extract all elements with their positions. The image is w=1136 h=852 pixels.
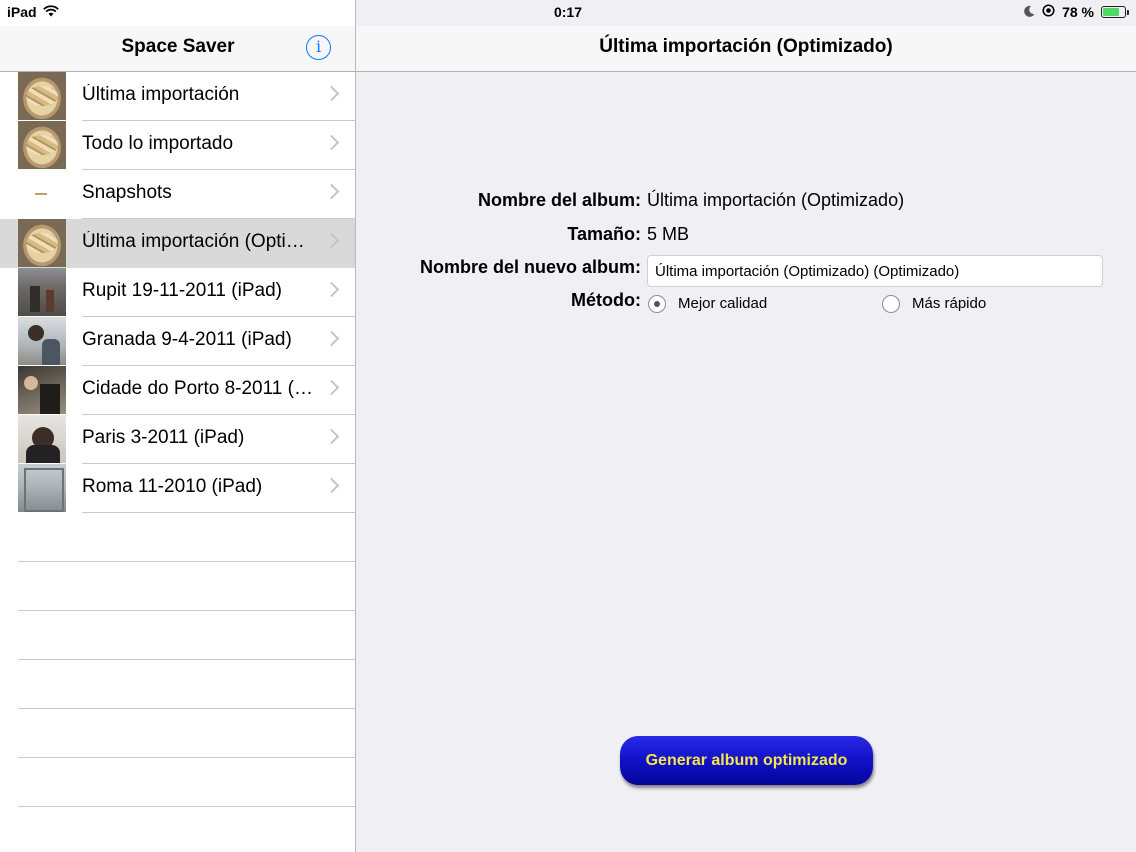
album-thumbnail <box>18 317 66 365</box>
empty-row <box>0 807 355 852</box>
album-thumbnail <box>18 415 66 463</box>
album-label: Todo lo importado <box>82 133 234 154</box>
battery-icon <box>1101 6 1129 18</box>
chevron-right-icon <box>323 330 340 347</box>
chevron-right-icon <box>323 134 340 151</box>
album-list: Última importación Todo lo importado Sna… <box>0 72 355 852</box>
album-label: Granada 9-4-2011 (iPad) <box>82 329 292 350</box>
info-icon[interactable]: i <box>306 35 331 60</box>
radio-best-quality[interactable] <box>648 295 666 313</box>
album-label: Paris 3-2011 (iPad) <box>82 427 245 448</box>
generate-album-button[interactable]: Generar album optimizado <box>620 736 873 785</box>
album-name-label: Nombre del album: <box>477 190 641 210</box>
album-row-rupit[interactable]: Rupit 19-11-2011 (iPad) <box>0 268 355 317</box>
empty-row <box>0 709 355 758</box>
album-row-roma[interactable]: Roma 11-2010 (iPad) <box>0 464 355 513</box>
album-thumbnail <box>18 366 66 414</box>
chevron-right-icon <box>323 379 340 396</box>
new-album-name-field[interactable]: Última importación (Optimizado) (Optimiz… <box>647 255 1103 287</box>
chevron-right-icon <box>323 183 340 200</box>
empty-row <box>0 513 355 562</box>
chevron-right-icon <box>323 85 340 102</box>
detail-nav-bar: Última importación (Optimizado) <box>356 26 1136 72</box>
orientation-lock-icon <box>1042 4 1055 20</box>
chevron-right-icon <box>323 428 340 445</box>
album-row-snapshots[interactable]: Snapshots <box>0 170 355 219</box>
album-row-todo-lo-importado[interactable]: Todo lo importado <box>0 121 355 170</box>
album-name-value: Última importación (Optimizado) <box>647 190 905 210</box>
size-label: Tamaño: <box>567 224 641 244</box>
album-row-ultima-importacion[interactable]: Última importación <box>0 72 355 121</box>
empty-row <box>0 660 355 709</box>
status-time: 0:17 <box>553 4 583 20</box>
album-thumbnail <box>18 464 66 512</box>
album-thumbnail <box>18 219 66 267</box>
empty-row <box>0 611 355 660</box>
size-value: 5 MB <box>647 224 690 244</box>
empty-row <box>0 562 355 611</box>
album-thumbnail <box>18 268 66 316</box>
album-thumbnail <box>18 121 66 169</box>
detail-title: Última importación (Optimizado) <box>599 36 893 57</box>
status-right: 78 % <box>1024 4 1129 20</box>
new-album-label: Nombre del nuevo album: <box>419 257 641 277</box>
method-label: Método: <box>571 290 641 310</box>
album-row-ultima-importacion-optimizado[interactable]: Última importación (Optimizado) <box>0 219 355 268</box>
master-nav-bar: Space Saver i <box>0 26 355 72</box>
chevron-right-icon <box>323 281 340 298</box>
moon-icon <box>1024 4 1035 20</box>
radio-best-quality-label: Mejor calidad <box>678 295 768 312</box>
radio-fastest-label: Más rápido <box>912 295 987 312</box>
album-row-porto[interactable]: Cidade do Porto 8-2011 (iPad) <box>0 366 355 415</box>
app-title: Space Saver <box>121 36 235 57</box>
chevron-right-icon <box>323 232 340 249</box>
status-bar: iPad 0:17 78 % <box>0 0 1136 26</box>
app-root: Space Saver i Última importación Todo lo… <box>0 0 1136 852</box>
album-row-paris[interactable]: Paris 3-2011 (iPad) <box>0 415 355 464</box>
album-label: Roma 11-2010 (iPad) <box>82 476 263 497</box>
album-list-pane: Space Saver i Última importación Todo lo… <box>0 0 356 852</box>
album-thumbnail <box>18 170 66 218</box>
chevron-right-icon <box>323 477 340 494</box>
detail-pane: Última importación (Optimizado) Nombre d… <box>356 0 1136 852</box>
album-label: Cidade do Porto 8-2011 (iPad) <box>82 378 317 399</box>
radio-fastest[interactable] <box>882 295 900 313</box>
empty-row <box>0 758 355 807</box>
album-label: Última importación (Optimizado) <box>82 231 317 252</box>
album-label: Última importación <box>82 84 240 105</box>
album-label: Rupit 19-11-2011 (iPad) <box>82 280 282 301</box>
album-thumbnail <box>18 72 66 120</box>
album-row-granada[interactable]: Granada 9-4-2011 (iPad) <box>0 317 355 366</box>
album-label: Snapshots <box>82 182 172 203</box>
battery-percent: 78 % <box>1062 4 1094 20</box>
